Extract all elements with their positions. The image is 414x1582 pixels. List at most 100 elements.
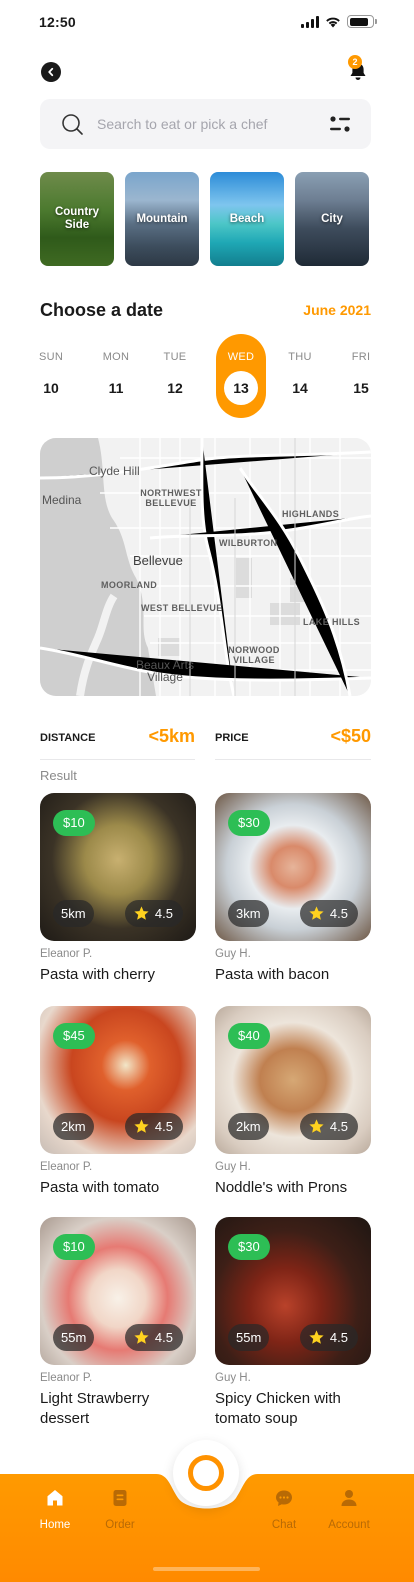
tab-home[interactable]: Home [23, 1488, 87, 1540]
day-fri[interactable]: FRI 15 [336, 334, 386, 418]
day-name: THU [288, 351, 312, 363]
day-wed-selected[interactable]: WED 13 [216, 334, 266, 418]
dish-name: Light Strawberry dessert [40, 1390, 150, 1427]
day-name: MON [102, 351, 130, 363]
price-filter[interactable]: PRICE <$50 [215, 726, 371, 760]
map-label-norwood-village: NORWOOD VILLAGE [228, 645, 280, 665]
distance-badge: 2km [53, 1113, 94, 1140]
day-mon[interactable]: MON 11 [91, 334, 141, 418]
rating-badge: 4.5 [299, 900, 358, 927]
price-badge: $10 [53, 1234, 95, 1260]
category-country-side[interactable]: Country Side [40, 172, 114, 266]
back-button[interactable] [41, 62, 61, 82]
chef-name: Eleanor P. [40, 1161, 93, 1173]
month-selector[interactable]: June 2021 [303, 302, 371, 318]
distance-badge: 55m [53, 1324, 95, 1351]
map-label-west-bellevue: WEST BELLEVUE [141, 603, 223, 613]
cellular-signal-icon [301, 15, 319, 28]
filter-label: PRICE [215, 732, 249, 744]
category-mountain[interactable]: Mountain [125, 172, 199, 266]
food-image: $45 2km 4.5 [40, 1006, 196, 1154]
dish-name: Pasta with cherry [40, 966, 156, 983]
search-bar [40, 99, 371, 149]
tab-label: Chat [271, 1519, 297, 1531]
home-indicator [153, 1567, 260, 1571]
map-label-bellevue: Bellevue [133, 553, 183, 568]
distance-badge: 2km [228, 1113, 269, 1140]
dish-name: Pasta with bacon [215, 966, 330, 983]
price-badge: $40 [228, 1023, 270, 1049]
food-card[interactable]: $10 55m 4.5 Eleanor P. Light Strawberry … [40, 1217, 196, 1429]
filter-icon[interactable] [329, 113, 351, 135]
food-card[interactable]: $30 55m 4.5 Guy H. Spicy Chicken with to… [215, 1217, 371, 1429]
day-thu[interactable]: THU 14 [275, 334, 325, 418]
food-image: $40 2km 4.5 [215, 1006, 371, 1154]
food-card[interactable]: $40 2km 4.5 Guy H. Noddle's with Prons [215, 1006, 371, 1198]
day-date: 13 [233, 380, 249, 396]
date-title: Choose a date [40, 299, 164, 320]
filter-bar: DISTANCE <5km PRICE <$50 [40, 726, 371, 760]
status-bar: 12:50 [0, 0, 414, 44]
rating-badge: 4.5 [124, 1113, 183, 1140]
date-header: Choose a date June 2021 [40, 298, 371, 322]
day-sun[interactable]: SUN 10 [26, 334, 76, 418]
notifications-button[interactable]: 2 [346, 55, 370, 84]
star-icon [309, 1330, 324, 1344]
result-label: Result [40, 768, 77, 783]
chef-name: Eleanor P. [40, 1372, 93, 1384]
dish-name: Pasta with tomato [40, 1179, 160, 1196]
tab-label: Account [328, 1519, 370, 1531]
status-time: 12:50 [39, 14, 76, 30]
account-icon [341, 1490, 357, 1506]
map-label-beaux-arts: Beaux Arts Village [135, 658, 195, 684]
category-label: Beach [229, 212, 265, 225]
star-icon [309, 1119, 324, 1133]
tab-label: Home [39, 1519, 71, 1531]
chat-icon [276, 1490, 292, 1506]
distance-filter[interactable]: DISTANCE <5km [40, 726, 195, 760]
distance-badge: 5km [53, 900, 94, 927]
tab-chat[interactable]: Chat [252, 1488, 316, 1540]
price-badge: $45 [53, 1023, 95, 1049]
rating-value: 4.5 [329, 906, 348, 921]
category-beach[interactable]: Beach [210, 172, 284, 266]
day-tue[interactable]: TUE 12 [150, 334, 200, 418]
day-name: FRI [351, 351, 371, 363]
rating-badge: 4.5 [299, 1113, 358, 1140]
food-card[interactable]: $45 2km 4.5 Eleanor P. Pasta with tomato [40, 1006, 196, 1198]
day-date: 10 [43, 380, 59, 396]
category-city[interactable]: City [295, 172, 369, 266]
tab-account[interactable]: Account [317, 1488, 381, 1540]
chef-name: Guy H. [215, 1161, 251, 1173]
price-badge: $10 [53, 810, 95, 836]
food-image: $10 5km 4.5 [40, 793, 196, 941]
rating-badge: 4.5 [124, 1324, 183, 1351]
category-list: Country Side Mountain Beach City [40, 172, 371, 266]
map-view[interactable]: Clyde Hill Medina NORTHWEST BELLEVUE HIG… [40, 438, 371, 696]
search-input[interactable] [97, 99, 317, 149]
day-name: TUE [163, 351, 187, 363]
star-icon [309, 906, 324, 920]
tab-label: Order [105, 1519, 135, 1531]
notification-badge: 2 [348, 55, 362, 69]
food-card[interactable]: $10 5km 4.5 Eleanor P. Pasta with cherry [40, 793, 196, 985]
map-label-moorland: MOORLAND [101, 580, 158, 590]
day-name: WED [227, 351, 255, 363]
distance-badge: 55m [228, 1324, 270, 1351]
price-badge: $30 [228, 1234, 270, 1260]
day-date: 11 [108, 380, 124, 396]
day-date: 15 [353, 380, 369, 396]
food-card[interactable]: $30 3km 4.5 Guy H. Pasta with bacon [215, 793, 371, 985]
tab-order[interactable]: Order [88, 1488, 152, 1540]
battery-icon [347, 15, 377, 28]
day-date: 14 [292, 380, 308, 396]
rating-value: 4.5 [329, 1119, 348, 1134]
price-badge: $30 [228, 810, 270, 836]
dish-name: Spicy Chicken with tomato soup [215, 1390, 341, 1427]
day-date: 12 [167, 380, 183, 396]
ring-icon [188, 1455, 224, 1491]
map-label-wilburton: WILBURTON [219, 538, 278, 548]
star-icon [134, 1330, 149, 1344]
star-icon [134, 906, 149, 920]
center-action-button[interactable] [173, 1440, 239, 1506]
